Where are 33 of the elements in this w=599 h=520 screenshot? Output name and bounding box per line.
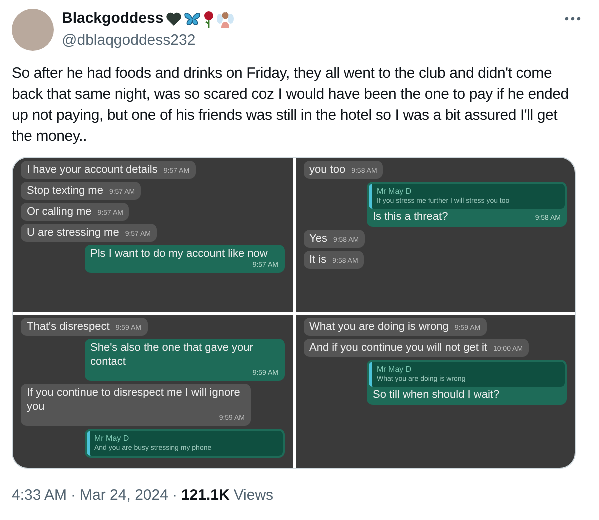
butterfly-icon [184, 12, 201, 27]
separator-dot: · [172, 486, 178, 506]
post-time[interactable]: 4:33 AM [12, 485, 68, 508]
message-text: you too [310, 163, 346, 177]
views-label: Views [234, 486, 274, 506]
post-date[interactable]: Mar 24, 2024 [80, 485, 168, 508]
display-name[interactable]: Blackgoddess [62, 8, 164, 30]
rose-icon [202, 10, 215, 28]
message-text: If you continue to disrespect me I will ignore you [27, 386, 242, 414]
message-text: U are stressing me [27, 226, 120, 240]
tweet-text: So after he had foods and drinks on Friday, they all went to the club and didn't come back that same night, was so scared coz I would have been the one to pay if he ended up not paying, but one of his friends was still in the hotel so I was a bit assured I'll get the money.. [12, 64, 570, 147]
message-text: Stop texting me [27, 184, 104, 198]
quote-author: Mr May D [94, 432, 130, 444]
message-text: And if you continue you will not get it [310, 340, 488, 354]
views-count: 121.1K [181, 486, 230, 506]
message-text: Is this a threat? [373, 210, 448, 224]
message-text: So till when should I wait? [373, 388, 500, 402]
quote-author: Mr May D [377, 364, 413, 374]
message-text: Pls I want to do my account like now [90, 247, 268, 261]
more-icon[interactable] [565, 17, 581, 21]
heart-icon [166, 12, 182, 27]
message-text: Or calling me [27, 205, 92, 219]
fairy-icon [216, 10, 234, 28]
media-grid[interactable] [12, 157, 576, 469]
message-text: It is [310, 253, 327, 267]
message-text: I have your account details [27, 163, 158, 177]
quote-author: Mr May D [377, 186, 413, 197]
message-text: She's also the one that gave your contact [90, 340, 254, 368]
message-text: That's disrespect [27, 320, 110, 334]
message-text: Yes [310, 232, 328, 246]
message-text: What you are doing is wrong [310, 320, 449, 334]
user-handle[interactable]: @dblaqgoddess232 [62, 30, 557, 50]
separator-dot: · [71, 486, 76, 506]
